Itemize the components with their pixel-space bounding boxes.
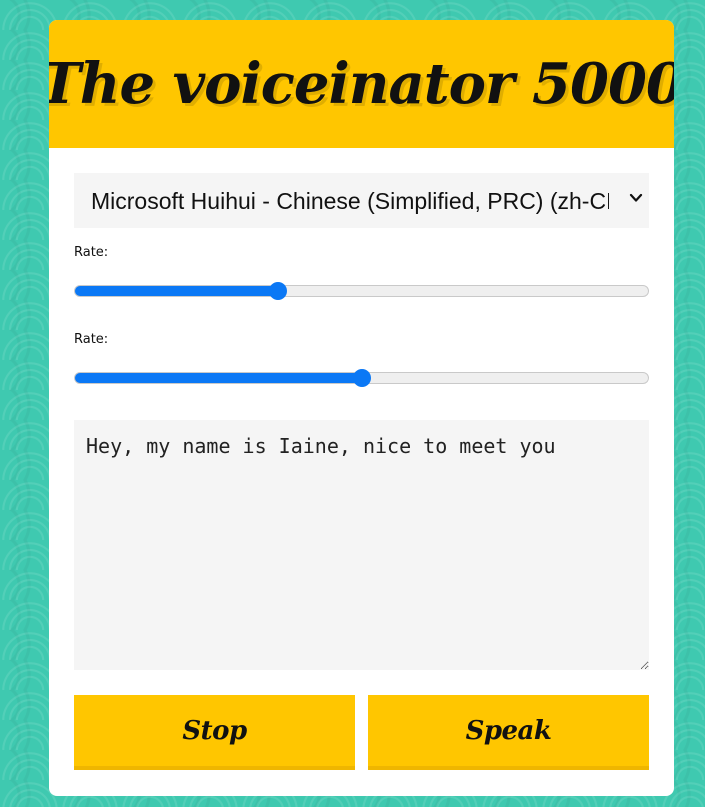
pitch-label: Rate:: [74, 332, 109, 347]
rate-slider-row: [74, 260, 649, 315]
app-title: The voiceinator 5000: [49, 51, 674, 117]
stop-button[interactable]: Stop: [74, 695, 355, 770]
message-textarea[interactable]: Hey, my name is Iaine, nice to meet you: [74, 420, 649, 670]
pitch-slider[interactable]: [74, 372, 649, 384]
voice-select-container: Microsoft Huihui - Chinese (Simplified, …: [74, 173, 649, 228]
rate-label: Rate:: [74, 245, 109, 260]
pitch-slider-row: [74, 347, 649, 402]
rate-slider[interactable]: [74, 285, 649, 297]
voiceinator-card: The voiceinator 5000 Microsoft Huihui - …: [49, 20, 674, 796]
button-row: Stop Speak: [74, 695, 649, 770]
voice-select[interactable]: Microsoft Huihui - Chinese (Simplified, …: [74, 173, 649, 228]
speak-button[interactable]: Speak: [368, 695, 649, 770]
card-header: The voiceinator 5000: [49, 20, 674, 148]
card-body: Microsoft Huihui - Chinese (Simplified, …: [49, 148, 674, 770]
